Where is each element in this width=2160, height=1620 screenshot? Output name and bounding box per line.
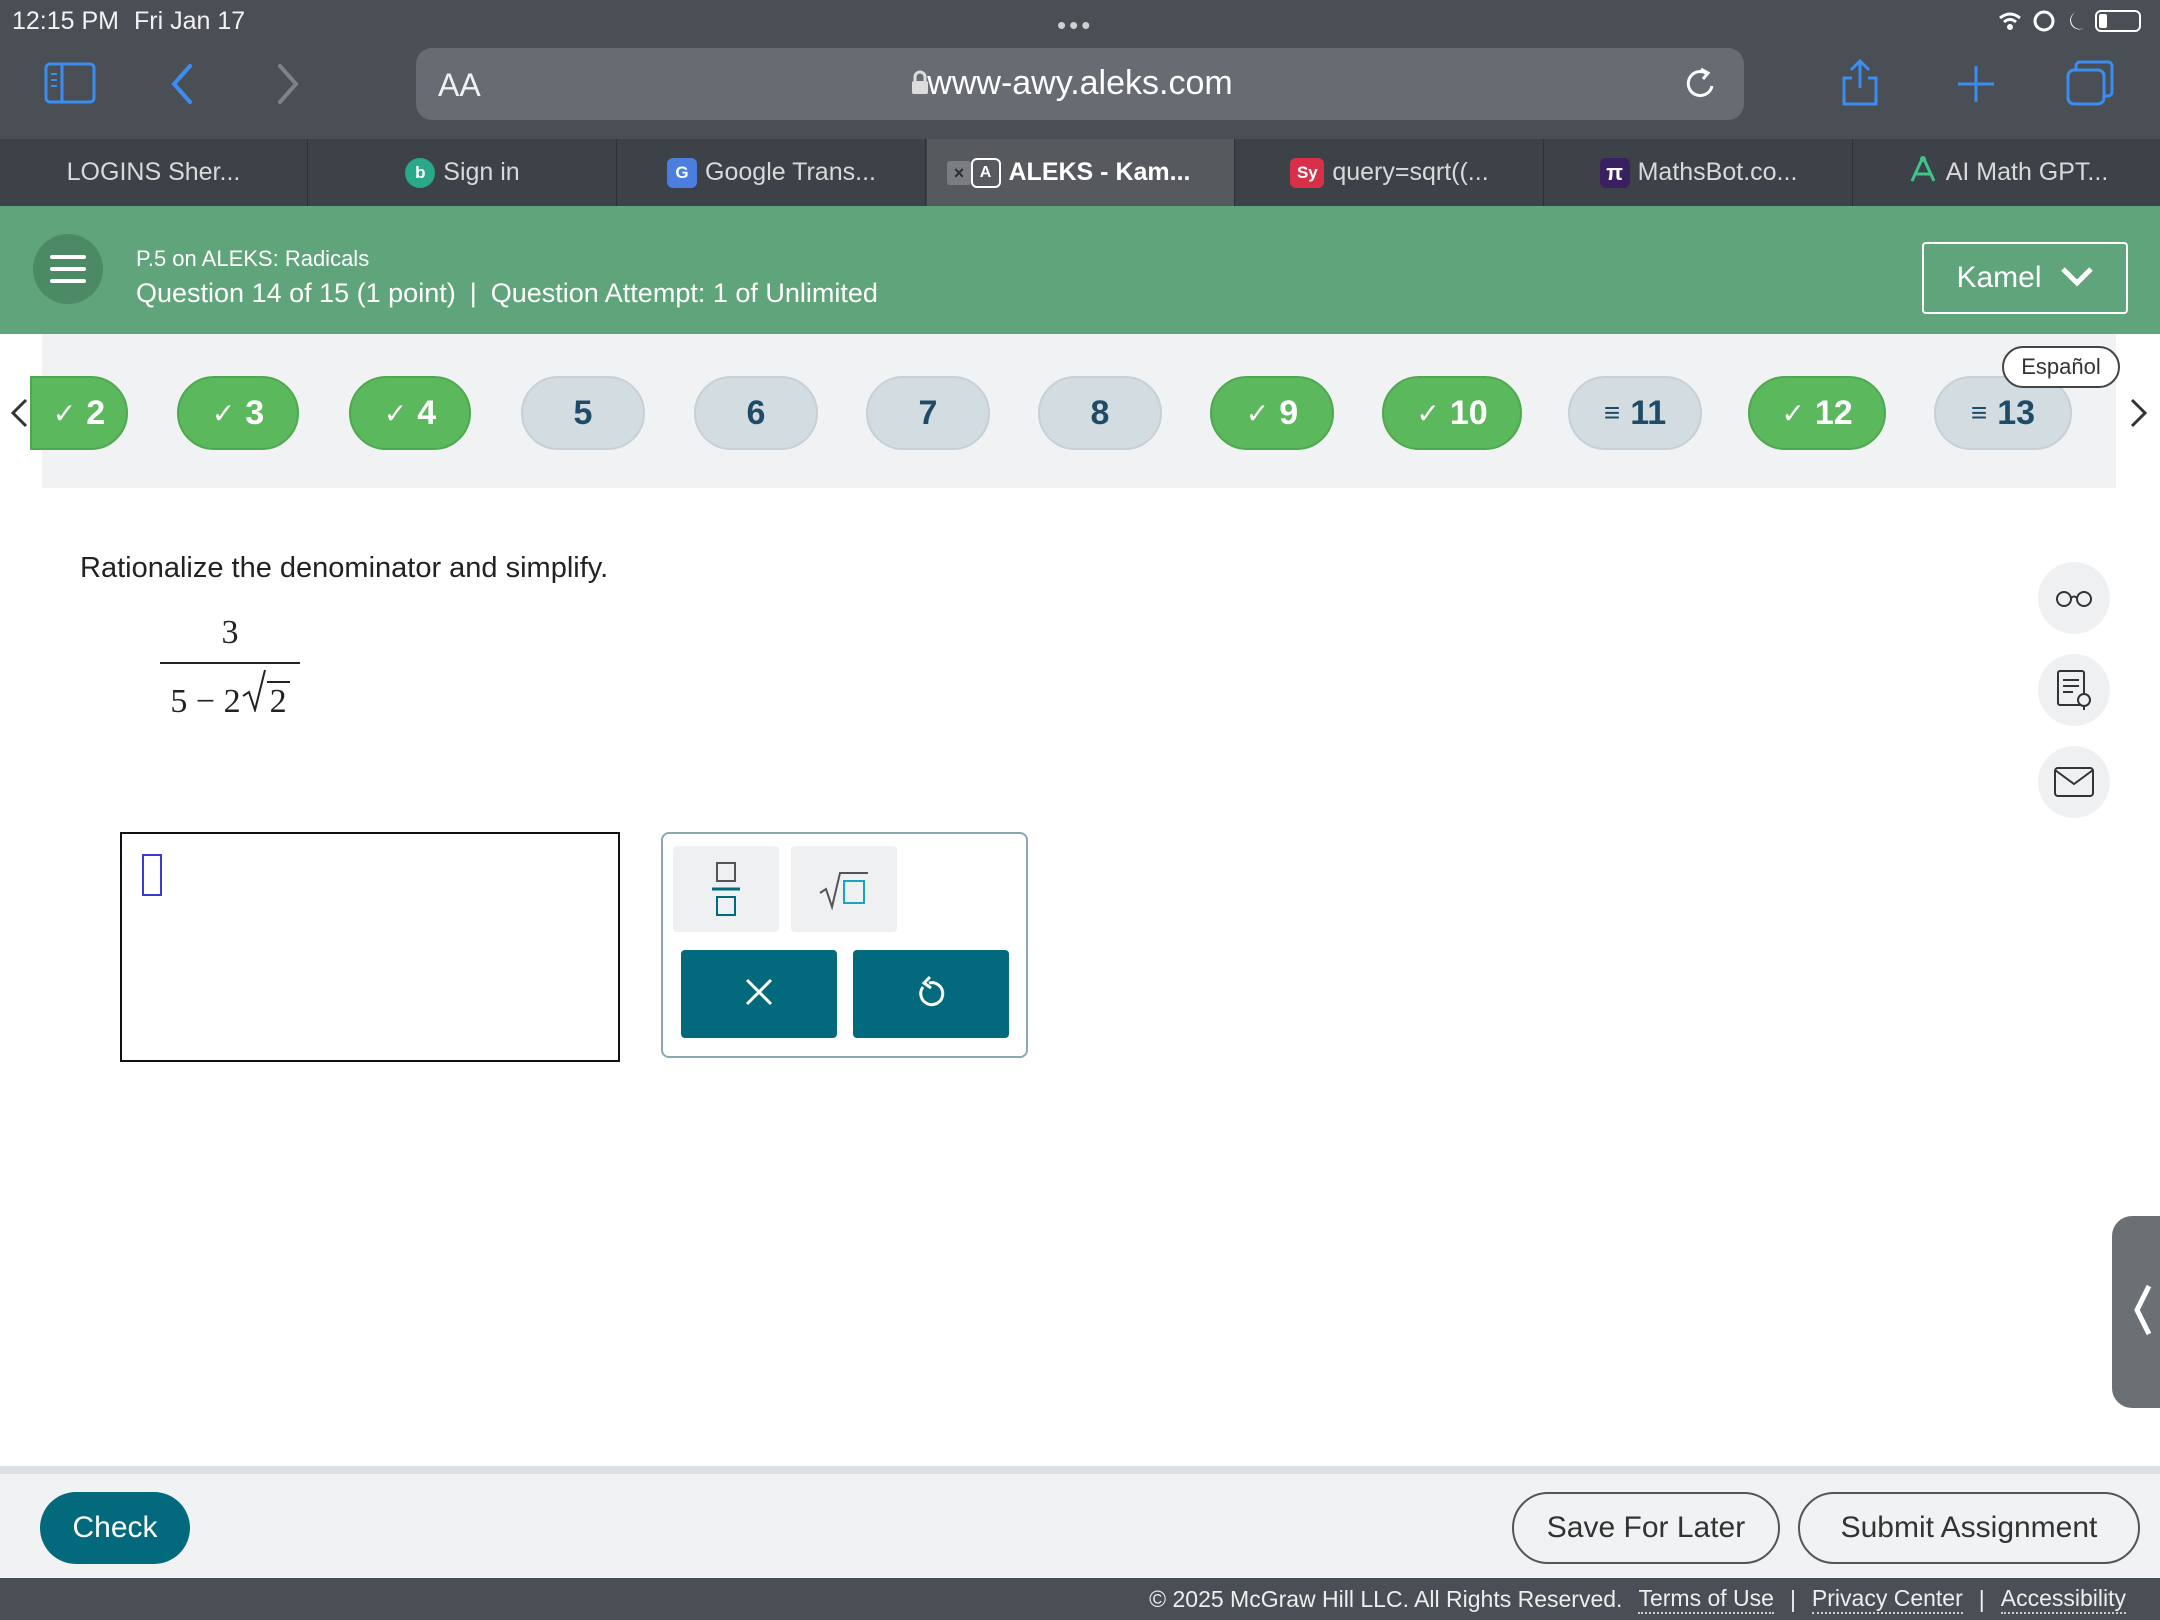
assignment-header: P.5 on ALEKS: Radicals Question 14 of 15… xyxy=(0,206,2160,334)
terms-link[interactable]: Terms of Use xyxy=(1638,1585,1774,1614)
status-icons xyxy=(1996,8,2146,39)
user-menu-button[interactable]: Kamel xyxy=(1922,242,2128,314)
question-navigator: ✓ 2 ✓ 3 ✓ 4 5 6 7 8 ✓ 9 ✓ 10 ≡ 11 ✓ 12 ≡ 13 xyxy=(0,334,2160,488)
math-expression: 3 5 − 2 2 xyxy=(160,614,300,721)
hamburger-icon xyxy=(50,255,86,259)
question-prompt: Rationalize the denominator and simplify… xyxy=(80,552,609,584)
question-pill-10[interactable]: ✓ 10 xyxy=(1382,376,1522,450)
side-drawer-tab[interactable] xyxy=(2112,1216,2160,1408)
sidebar-icon[interactable] xyxy=(44,62,96,104)
user-name: Kamel xyxy=(1956,261,2042,294)
topic-subtitle: P.5 on ALEKS: Radicals xyxy=(136,246,370,271)
footer-bar: Check Save For Later Submit Assignment xyxy=(0,1474,2160,1578)
mail-icon[interactable] xyxy=(2038,746,2110,818)
tab-sign-in[interactable]: b Sign in xyxy=(309,139,617,206)
question-info: Question 14 of 15 (1 point) | Question Att… xyxy=(136,278,878,309)
undo-button[interactable] xyxy=(853,950,1009,1038)
address-bar[interactable]: AA www-awy.aleks.com xyxy=(416,48,1744,120)
question-pill-6[interactable]: 6 xyxy=(694,376,818,450)
question-pill-5[interactable]: 5 xyxy=(521,376,645,450)
close-tab-icon[interactable]: × xyxy=(947,161,971,185)
tab-mathsbot[interactable]: π MathsBot.co... xyxy=(1545,139,1853,206)
tab-bar: LOGINS Sher... b Sign in G Google Trans.… xyxy=(0,139,2160,206)
question-pill-2[interactable]: ✓ 2 xyxy=(30,376,128,450)
menu-button[interactable] xyxy=(33,234,103,304)
tab-label: AI Math GPT... xyxy=(1945,158,2109,186)
symbolab-icon: Sy xyxy=(1290,157,1325,188)
question-pill-8[interactable]: 8 xyxy=(1038,376,1162,450)
clear-button[interactable] xyxy=(681,950,837,1038)
chevron-left-icon[interactable] xyxy=(8,396,30,435)
notes-icon[interactable] xyxy=(2038,654,2110,726)
browser-chrome: 12:15 PM Fri Jan 17 ••• AA www-awy.aleks… xyxy=(0,0,2160,139)
chevron-down-icon xyxy=(2060,261,2094,295)
attempt-count: Question Attempt: 1 of Unlimited xyxy=(490,278,878,308)
submit-assignment-button[interactable]: Submit Assignment xyxy=(1798,1492,2140,1564)
footer-divider xyxy=(0,1466,2160,1474)
tab-logins[interactable]: LOGINS Sher... xyxy=(0,139,308,206)
google-translate-icon: G xyxy=(667,157,698,188)
question-pill-7[interactable]: 7 xyxy=(866,376,990,450)
question-pill-4[interactable]: ✓ 4 xyxy=(349,376,471,450)
save-for-later-button[interactable]: Save For Later xyxy=(1512,1492,1780,1564)
close-icon xyxy=(743,976,775,1013)
multitask-dots[interactable]: ••• xyxy=(1057,10,1093,41)
privacy-link[interactable]: Privacy Center xyxy=(1811,1585,1963,1614)
share-icon[interactable] xyxy=(1840,58,1880,108)
chevron-left-icon xyxy=(2131,1282,2153,1343)
numerator: 3 xyxy=(221,614,239,651)
undo-icon xyxy=(915,975,947,1014)
accessibility-link[interactable]: Accessibility xyxy=(2000,1585,2126,1614)
status-date: Fri Jan 17 xyxy=(134,7,246,35)
fraction-bar xyxy=(160,662,300,664)
question-pill-3[interactable]: ✓ 3 xyxy=(177,376,299,450)
legal-bar: © 2025 McGraw Hill LLC. All Rights Reser… xyxy=(0,1578,2160,1620)
pi-icon: π xyxy=(1599,157,1630,188)
tab-symbolab[interactable]: Sy query=sqrt((... xyxy=(1236,139,1544,206)
bing-icon: b xyxy=(405,157,436,188)
forward-icon[interactable] xyxy=(274,62,302,106)
new-tab-icon[interactable] xyxy=(1956,64,1996,104)
back-icon[interactable] xyxy=(168,62,196,106)
tab-label: Google Trans... xyxy=(705,158,876,186)
denominator: 5 − 2 2 xyxy=(160,668,300,721)
tab-aleks[interactable]: × A ALEKS - Kam... xyxy=(927,139,1235,206)
glasses-icon[interactable] xyxy=(2038,562,2110,634)
tabs-overview-icon[interactable] xyxy=(2066,60,2114,106)
status-time: 12:15 PM xyxy=(12,7,120,35)
fraction-key[interactable] xyxy=(673,846,779,932)
sqrt-key[interactable] xyxy=(791,846,897,932)
aleks-icon: A xyxy=(970,157,1001,188)
tab-label: MathsBot.co... xyxy=(1637,158,1798,186)
tab-google-translate[interactable]: G Google Trans... xyxy=(618,139,926,206)
denominator-prefix: 5 − 2 xyxy=(170,683,241,720)
radical-sign xyxy=(241,668,267,721)
question-pill-12[interactable]: ✓ 12 xyxy=(1748,376,1886,450)
copyright: © 2025 McGraw Hill LLC. All Rights Reser… xyxy=(1149,1585,1623,1612)
separator: | xyxy=(1978,1585,1985,1612)
chevron-right-icon[interactable] xyxy=(2128,396,2150,435)
check-button[interactable]: Check xyxy=(40,1492,190,1564)
language-toggle[interactable]: Español xyxy=(2002,346,2120,388)
radicand: 2 xyxy=(266,681,290,721)
url-text[interactable]: www-awy.aleks.com xyxy=(416,64,1744,103)
tab-ai-math[interactable]: AI Math GPT... xyxy=(1854,139,2160,206)
question-pill-9[interactable]: ✓ 9 xyxy=(1210,376,1334,450)
answer-input[interactable] xyxy=(120,832,620,1062)
input-cursor-box[interactable] xyxy=(142,854,162,896)
separator: | xyxy=(469,278,477,308)
separator: | xyxy=(1789,1585,1796,1612)
compass-icon xyxy=(1908,154,1938,191)
tab-label: query=sqrt((... xyxy=(1332,158,1489,186)
question-pill-11[interactable]: ≡ 11 xyxy=(1568,376,1702,450)
tab-label: Sign in xyxy=(443,158,520,186)
reload-icon[interactable] xyxy=(1684,66,1718,107)
math-palette xyxy=(661,832,1028,1058)
question-count: Question 14 of 15 (1 point) xyxy=(136,278,456,308)
tab-label: LOGINS Sher... xyxy=(66,158,241,186)
tab-label: ALEKS - Kam... xyxy=(1008,158,1191,186)
